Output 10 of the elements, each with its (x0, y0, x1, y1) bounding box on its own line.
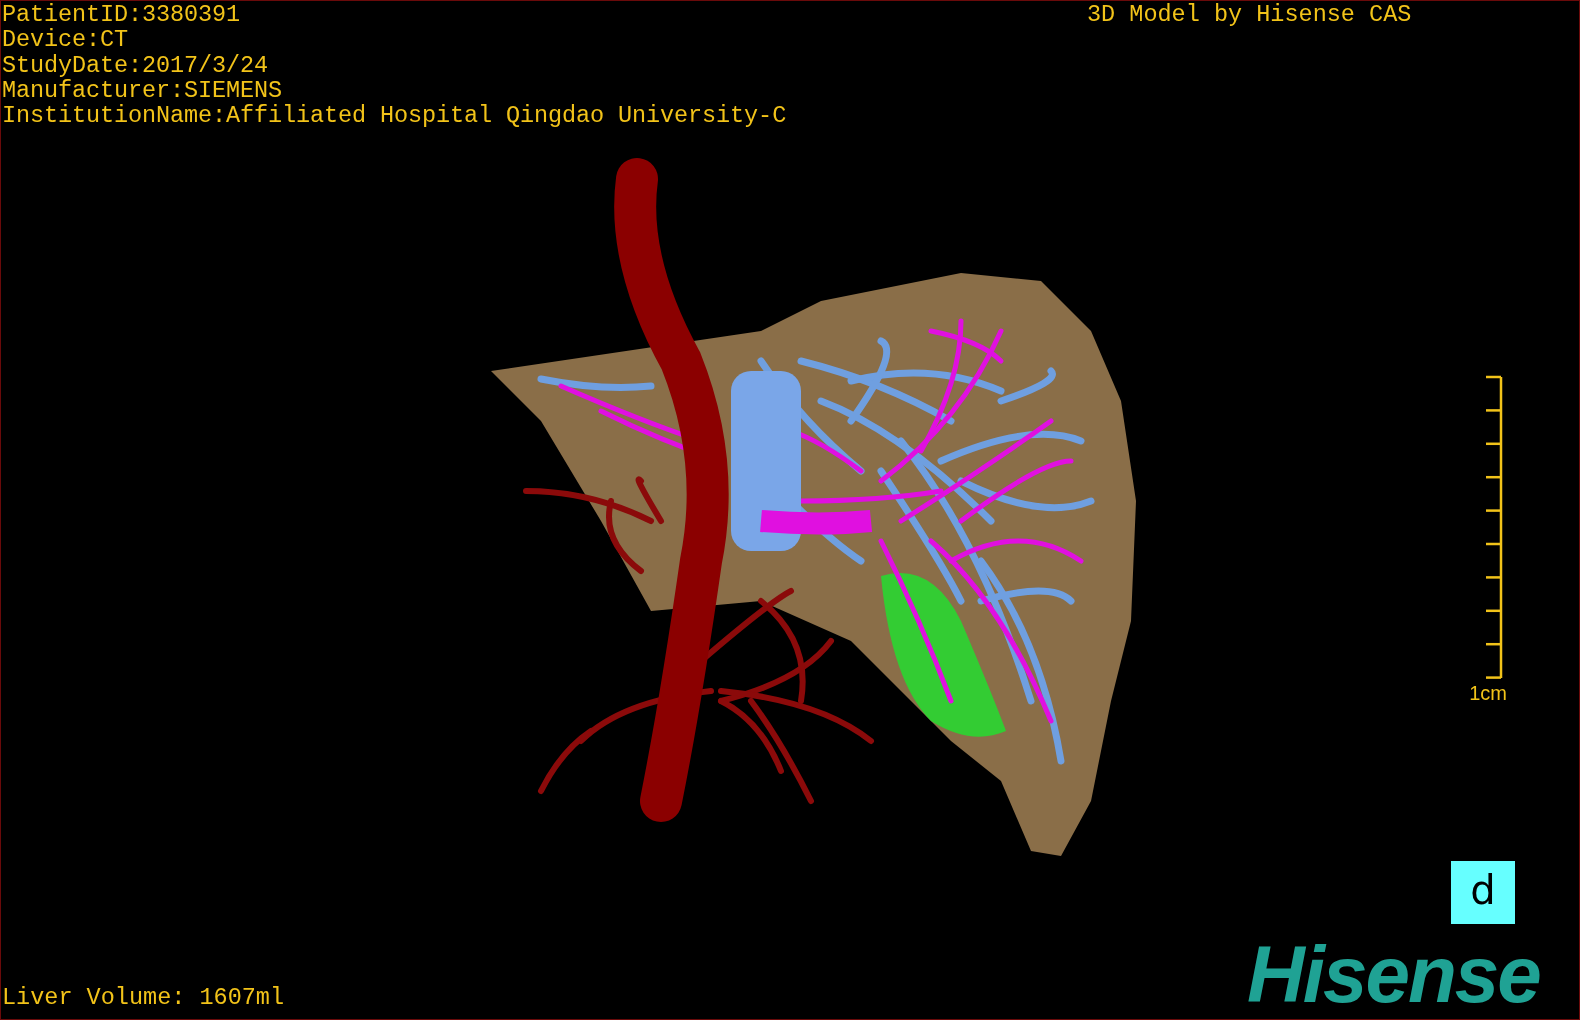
liver-volume: Liver Volume: 1607ml (2, 984, 285, 1011)
model-credit: 3D Model by Hisense CAS (1087, 2, 1412, 27)
patient-info-line: Manufacturer:SIEMENS (2, 77, 284, 104)
patient-info-line: StudyDate:2017/3/24 (2, 52, 270, 78)
patient-info-line: InstitutionName:Affiliated Hospital Qingdao University-C (2, 103, 787, 129)
patient-info-line: Device:CT (2, 27, 130, 53)
logo: Hisense (1247, 935, 1540, 1015)
scale-label: 1cm (1469, 682, 1507, 705)
view-label: d (1451, 861, 1515, 924)
patient-info-line: PatientID:3380391 (2, 2, 242, 28)
